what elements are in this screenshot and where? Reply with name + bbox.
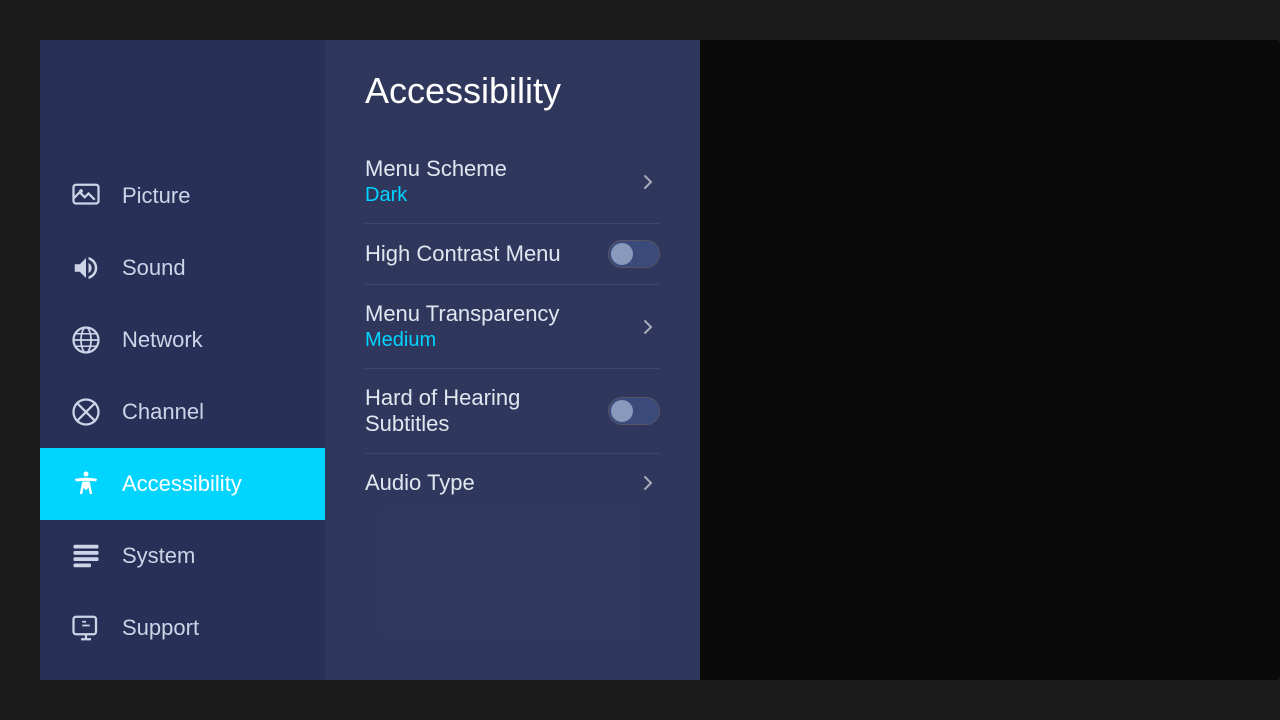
sidebar-item-system[interactable]: System — [40, 520, 325, 592]
page-title: Accessibility — [365, 70, 660, 112]
menu-item-high-contrast[interactable]: High Contrast Menu — [365, 224, 660, 285]
sound-icon — [68, 250, 104, 286]
hard-of-hearing-toggle[interactable] — [608, 397, 660, 425]
sidebar-item-accessibility[interactable]: Accessibility — [40, 448, 325, 520]
audio-type-chevron-icon — [636, 471, 660, 495]
menu-item-audio-type-left: Audio Type — [365, 470, 475, 496]
sidebar-item-network[interactable]: Network — [40, 304, 325, 376]
hard-of-hearing-right — [608, 397, 660, 425]
sidebar-item-label-network: Network — [122, 327, 203, 353]
audio-type-label: Audio Type — [365, 470, 475, 496]
sidebar: Picture Sound Network Channel Accessibil — [40, 40, 325, 680]
audio-type-right — [636, 471, 660, 495]
sidebar-item-support[interactable]: Support — [40, 592, 325, 664]
sidebar-item-label-sound: Sound — [122, 255, 186, 281]
menu-item-hard-of-hearing[interactable]: Hard of Hearing Subtitles — [365, 369, 660, 454]
menu-item-audio-type[interactable]: Audio Type — [365, 454, 660, 512]
menu-transparency-chevron-icon — [636, 315, 660, 339]
tv-screen-right — [700, 40, 1280, 680]
sidebar-item-label-accessibility: Accessibility — [122, 471, 242, 497]
network-icon — [68, 322, 104, 358]
support-icon — [68, 610, 104, 646]
sidebar-item-label-picture: Picture — [122, 183, 190, 209]
menu-scheme-right — [636, 170, 660, 194]
sidebar-item-label-support: Support — [122, 615, 199, 641]
sidebar-item-channel[interactable]: Channel — [40, 376, 325, 448]
menu-scheme-value: Dark — [365, 184, 507, 207]
menu-item-high-contrast-left: High Contrast Menu — [365, 241, 561, 267]
menu-item-menu-scheme[interactable]: Menu Scheme Dark — [365, 140, 660, 224]
menu-item-transparency-left: Menu Transparency Medium — [365, 301, 559, 352]
main-content: Accessibility Menu Scheme Dark High Cont… — [325, 40, 700, 680]
menu-transparency-right — [636, 315, 660, 339]
sidebar-item-label-system: System — [122, 543, 195, 569]
high-contrast-toggle[interactable] — [608, 240, 660, 268]
picture-icon — [68, 178, 104, 214]
sidebar-item-label-channel: Channel — [122, 399, 204, 425]
sidebar-item-sound[interactable]: Sound — [40, 232, 325, 304]
menu-transparency-value: Medium — [365, 329, 559, 352]
menu-container: Picture Sound Network Channel Accessibil — [40, 40, 700, 680]
menu-item-menu-scheme-left: Menu Scheme Dark — [365, 156, 507, 207]
menu-item-hard-of-hearing-left: Hard of Hearing Subtitles — [365, 385, 608, 437]
menu-scheme-chevron-icon — [636, 170, 660, 194]
high-contrast-label: High Contrast Menu — [365, 241, 561, 267]
sidebar-item-picture[interactable]: Picture — [40, 160, 325, 232]
channel-icon — [68, 394, 104, 430]
menu-item-menu-transparency[interactable]: Menu Transparency Medium — [365, 285, 660, 369]
menu-scheme-label: Menu Scheme — [365, 156, 507, 182]
menu-transparency-label: Menu Transparency — [365, 301, 559, 327]
system-icon — [68, 538, 104, 574]
high-contrast-right — [608, 240, 660, 268]
hard-of-hearing-label: Hard of Hearing Subtitles — [365, 385, 608, 437]
accessibility-icon — [68, 466, 104, 502]
